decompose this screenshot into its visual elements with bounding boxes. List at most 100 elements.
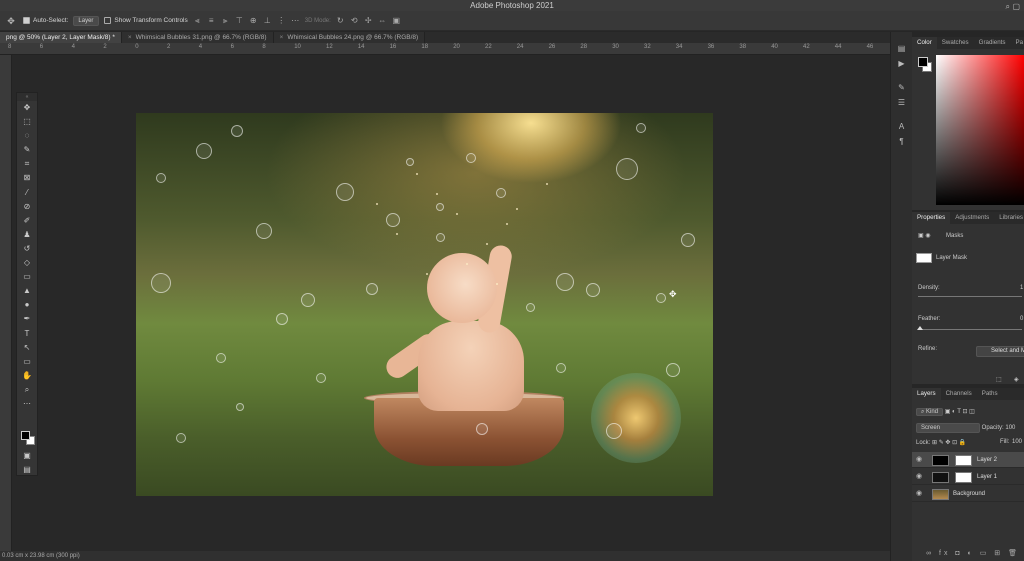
crop-icon[interactable]: ⌗: [17, 157, 37, 171]
3d-roll-icon[interactable]: ⟲: [350, 16, 359, 25]
visibility-eye-icon[interactable]: ◉: [916, 452, 922, 468]
tab-layers[interactable]: Layers: [912, 388, 941, 400]
tab-document-2[interactable]: × Whimsical Bubbles 31.png @ 66.7% (RGB/8…: [121, 32, 274, 43]
load-selection-icon[interactable]: ⬚: [996, 376, 1002, 383]
tab-patterns[interactable]: Pa: [1010, 37, 1024, 49]
tab-swatches[interactable]: Swatches: [937, 37, 974, 49]
kind-filter-dropdown[interactable]: ⌕ Kind: [916, 408, 944, 416]
select-and-mask-button[interactable]: Select and M: [976, 346, 1024, 357]
lasso-icon[interactable]: ◌: [17, 129, 37, 143]
character-icon[interactable]: A: [891, 119, 912, 134]
history-icon[interactable]: ▤: [891, 41, 912, 56]
align-left-icon[interactable]: ⫷: [193, 16, 202, 26]
density-value[interactable]: 1: [1020, 285, 1023, 291]
foreground-color-swatch[interactable]: [21, 431, 30, 440]
align-center-icon[interactable]: ≡: [207, 16, 216, 25]
feather-slider-thumb[interactable]: [917, 326, 923, 330]
tab-gradients[interactable]: Gradients: [974, 37, 1011, 49]
search-icon[interactable]: ⌕: [1006, 2, 1010, 12]
auto-select-option[interactable]: Auto-Select:: [23, 17, 68, 24]
frame-icon[interactable]: ⊠: [17, 171, 37, 185]
foreground-color-chip[interactable]: [918, 57, 928, 67]
close-icon[interactable]: ×: [280, 34, 284, 41]
more-options-icon[interactable]: ⋯: [291, 16, 300, 25]
opacity-value[interactable]: 100: [1005, 425, 1015, 431]
adjustment-sliders-icon[interactable]: ☰: [891, 95, 912, 110]
3d-orbit-icon[interactable]: ↻: [336, 16, 345, 25]
horizontal-ruler[interactable]: 8 6 4 2 0 2 4 6 8 10 12 14 16 18 20 22 24 26 28 30 32 34 36 38 4…: [0, 43, 890, 55]
color-picker-field[interactable]: [936, 55, 1024, 205]
rectangle-icon[interactable]: ▭: [17, 355, 37, 369]
align-top-icon[interactable]: ⊤: [235, 16, 244, 25]
move-icon[interactable]: ✥: [17, 101, 37, 115]
more-tools-icon[interactable]: ⋯: [17, 397, 37, 411]
filter-icons[interactable]: ▣ ◐ T ⊡ ◫: [945, 409, 975, 415]
type-icon[interactable]: T: [17, 327, 37, 341]
align-bottom-icon[interactable]: ⊥: [263, 16, 272, 25]
eraser-icon[interactable]: ◇: [17, 256, 37, 270]
auto-select-target-dropdown[interactable]: Layer: [73, 15, 100, 26]
document-canvas-image[interactable]: [136, 113, 713, 496]
paragraph-icon[interactable]: ¶: [891, 134, 912, 149]
tab-color[interactable]: Color: [912, 37, 937, 49]
apply-mask-icon[interactable]: ◈: [1014, 376, 1019, 383]
quick-mask-icon[interactable]: ▣: [17, 449, 37, 463]
app-title: Adobe Photoshop 2021: [470, 1, 554, 10]
history-brush-icon[interactable]: ↺: [17, 242, 37, 256]
feather-value[interactable]: 0: [1020, 316, 1023, 322]
distribute-icon[interactable]: ⋮: [277, 16, 286, 25]
tab-document-1[interactable]: png @ 50% (Layer 2, Layer Mask/8) *: [0, 32, 122, 43]
layer-row-layer-1[interactable]: ◉ Layer 1: [912, 469, 1024, 485]
density-slider[interactable]: [918, 296, 1022, 297]
lock-icons[interactable]: ⊞ ✎ ✥ ⊡ 🔒: [932, 440, 966, 446]
gradient-icon[interactable]: ▭: [17, 270, 37, 284]
brush-settings-icon[interactable]: ✎: [891, 80, 912, 95]
brush-icon[interactable]: ✐: [17, 214, 37, 228]
layer-mask-thumbnail[interactable]: [955, 455, 972, 466]
show-transform-checkbox[interactable]: [104, 17, 112, 24]
path-select-icon[interactable]: ↖: [17, 341, 37, 355]
tab-properties[interactable]: Properties: [912, 212, 951, 224]
tab-document-3[interactable]: × Whimsical Bubbles 24.png @ 66.7% (RGB/8…: [273, 32, 426, 43]
pixel-mask-icon[interactable]: ▣ ◉: [918, 232, 931, 239]
mouse-cursor-icon: ✥: [669, 289, 677, 299]
layers-footer-icons[interactable]: ∞ fx ◘ ◐ ▭ ⊞ 🗑: [912, 548, 1024, 560]
quick-select-icon[interactable]: ✎: [17, 143, 37, 157]
layer-row-background[interactable]: ◉ Background: [912, 486, 1024, 502]
marquee-icon[interactable]: ⬚: [17, 115, 37, 129]
zoom-icon[interactable]: ⌕: [17, 383, 37, 397]
visibility-eye-icon[interactable]: ◉: [916, 469, 922, 485]
3d-pan-icon[interactable]: ✢: [364, 16, 373, 25]
fill-value[interactable]: 100: [1012, 439, 1022, 445]
eyedropper-icon[interactable]: ⁄: [17, 186, 37, 200]
visibility-eye-icon[interactable]: ◉: [916, 486, 922, 502]
actions-play-icon[interactable]: ▶: [891, 56, 912, 71]
healing-icon[interactable]: ⊘: [17, 200, 37, 214]
dodge-icon[interactable]: ●: [17, 298, 37, 312]
layer-row-layer-2[interactable]: ◉ Layer 2: [912, 452, 1024, 468]
tab-channels[interactable]: Channels: [941, 388, 977, 400]
auto-select-checkbox[interactable]: [23, 17, 30, 24]
close-icon[interactable]: ×: [128, 34, 132, 41]
screen-mode-icon[interactable]: ▤: [17, 463, 37, 477]
pen-icon[interactable]: ✒: [17, 312, 37, 326]
share-icon[interactable]: ▢: [1012, 2, 1020, 11]
move-tool-icon[interactable]: ✥: [4, 15, 18, 27]
tab-paths[interactable]: Paths: [977, 388, 1003, 400]
show-transform-option[interactable]: Show Transform Controls: [104, 17, 188, 24]
toolbox-grip[interactable]: «: [17, 93, 37, 101]
bubble: [476, 423, 488, 435]
hand-icon[interactable]: ✋: [17, 369, 37, 383]
tab-adjustments[interactable]: Adjustments: [950, 212, 994, 224]
vertical-ruler[interactable]: [0, 55, 12, 551]
feather-slider[interactable]: [918, 329, 1022, 330]
3d-scale-icon[interactable]: ▣: [392, 16, 401, 25]
blend-mode-dropdown[interactable]: Screen: [916, 423, 980, 433]
3d-slide-icon[interactable]: ⇔: [378, 16, 387, 25]
tab-libraries[interactable]: Libraries: [994, 212, 1024, 224]
layer-mask-thumbnail[interactable]: [955, 472, 972, 483]
align-right-icon[interactable]: ⫸: [221, 16, 230, 26]
stamp-icon[interactable]: ♟: [17, 228, 37, 242]
align-middle-icon[interactable]: ⊕: [249, 16, 258, 25]
blur-icon[interactable]: ▲: [17, 284, 37, 298]
